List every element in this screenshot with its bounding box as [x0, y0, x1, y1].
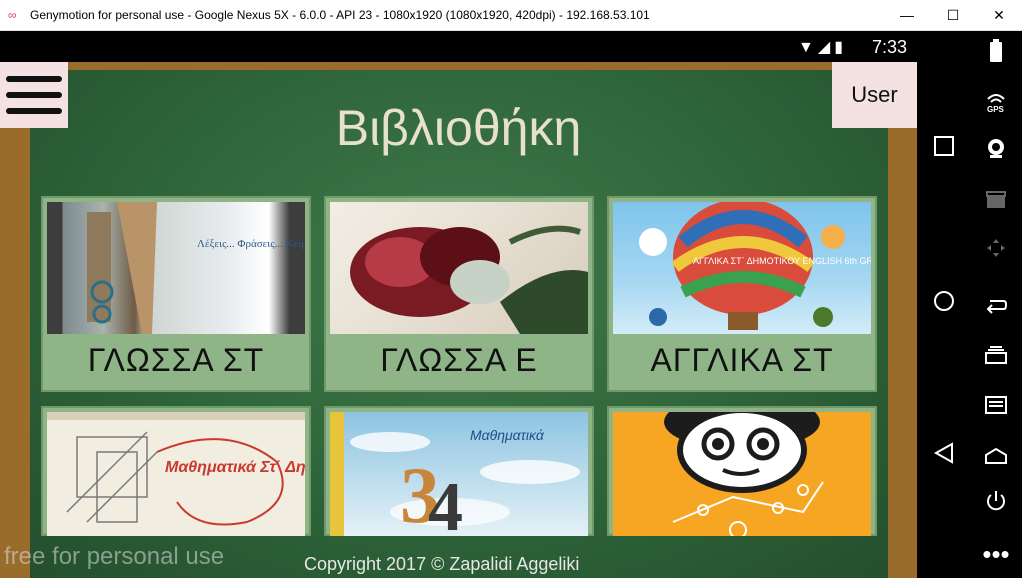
dpad-icon[interactable] [981, 237, 1011, 267]
android-status-bar: ▼◢▮ 7:33 [0, 31, 917, 62]
menu-icon-line [6, 92, 62, 98]
book-label: ΑΓΓΛΙΚΑ ΣΤ [650, 342, 834, 378]
book-cover [330, 202, 588, 334]
book-card-mathimatika-e[interactable]: 3 4 Μαθηματικά [324, 406, 594, 536]
book-card-glossa-st[interactable]: Λέξεις... Φράσεις... Κείμενα ΓΛΩΣΣΑ ΣΤ [41, 196, 311, 392]
copyright-text: Copyright 2017 © Zapalidi Aggeliki [304, 554, 580, 574]
back-triangle-icon[interactable] [929, 441, 959, 471]
genymotion-logo-icon: ∞ [8, 8, 17, 22]
cover-text: Μαθηματικά Στ΄ Δημοτικού [165, 459, 305, 476]
menu-icon [6, 76, 62, 82]
maximize-button[interactable]: ☐ [930, 3, 976, 27]
emulator-sidebar: GPS ••• [917, 31, 1022, 578]
battery-icon[interactable] [981, 39, 1011, 69]
book-card-glossa-e[interactable]: ΓΛΩΣΣΑ Ε [324, 196, 594, 392]
webcam-icon[interactable] [981, 137, 1011, 167]
book-cover: ΑΓΓΛΙΚΑ ΣΤ΄ ΔΗΜΟΤΙΚΟΥ ENGLISH 6th GRADE [613, 202, 871, 334]
window-titlebar: ∞ Genymotion for personal use - Google N… [0, 0, 1022, 31]
book-cover: 3 4 Μαθηματικά [330, 412, 588, 536]
status-time: 7:33 [871, 37, 907, 57]
menu-list-icon[interactable] [981, 393, 1011, 423]
screencast-icon[interactable] [981, 189, 1011, 219]
book-card-agglika-st[interactable]: ΑΓΓΛΙΚΑ ΣΤ΄ ΔΗΜΟΤΙΚΟΥ ENGLISH 6th GRADE … [607, 196, 877, 392]
watermark-text: free for personal use [4, 543, 225, 570]
book-cover: Μαθηματικά Στ΄ Δημοτικού [47, 412, 305, 536]
status-icons: ▼◢▮ [798, 39, 847, 56]
cover-text: ΑΓΓΛΙΚΑ ΣΤ΄ ΔΗΜΟΤΙΚΟΥ ENGLISH 6th GRADE [693, 256, 871, 266]
recent-apps-stack-icon[interactable] [981, 343, 1011, 373]
more-options-icon[interactable]: ••• [981, 539, 1011, 569]
close-button[interactable]: ✕ [976, 3, 1022, 27]
svg-text:GPS: GPS [987, 105, 1005, 113]
book-cover [613, 412, 871, 536]
book-label: ΓΛΩΣΣΑ ΣΤ [87, 342, 265, 378]
minimize-button[interactable]: — [884, 3, 930, 27]
gps-icon[interactable]: GPS [981, 91, 1011, 121]
device-screen: ▼◢▮ 7:33 User Βιβλιοθήκη Λέξεις... Φράσε… [0, 31, 917, 578]
window-title: Genymotion for personal use - Google Nex… [30, 8, 650, 22]
book-cover: Λέξεις... Φράσεις... Κείμενα [47, 202, 305, 334]
cover-text: Μαθηματικά [470, 427, 545, 443]
recent-apps-icon[interactable] [929, 135, 959, 165]
home-circle-icon[interactable] [929, 289, 959, 319]
book-label: ΓΛΩΣΣΑ Ε [380, 342, 538, 378]
book-card-monkey[interactable] [607, 406, 877, 536]
back-arrow-icon[interactable] [981, 293, 1011, 323]
svg-text:4: 4 [428, 469, 463, 536]
home-house-icon[interactable] [981, 443, 1011, 473]
power-icon[interactable] [981, 489, 1011, 519]
page-title: Βιβλιοθήκη [335, 100, 582, 156]
book-card-mathimatika-st[interactable]: Μαθηματικά Στ΄ Δημοτικού [41, 406, 311, 536]
cover-text: Λέξεις... Φράσεις... Κείμενα [197, 238, 305, 250]
